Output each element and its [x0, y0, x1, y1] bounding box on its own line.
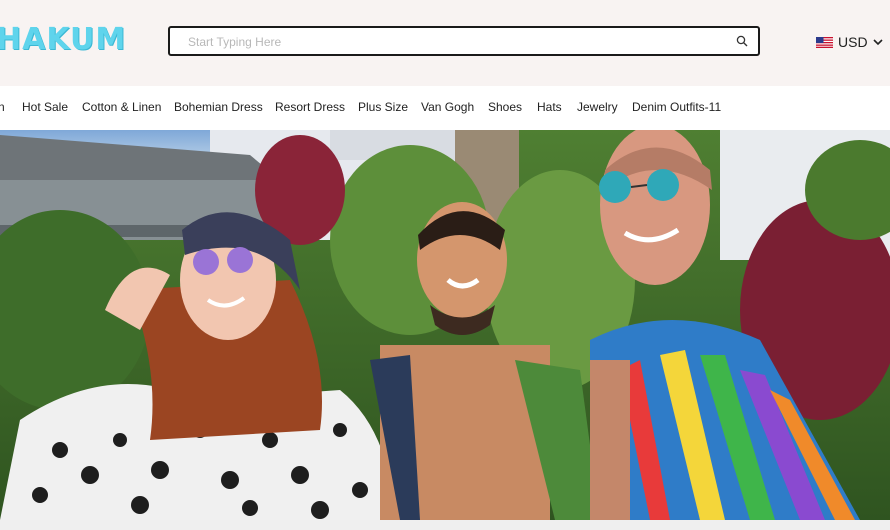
currency-label: USD [838, 34, 868, 50]
hero-banner[interactable] [0, 130, 890, 520]
bottom-strip [0, 520, 890, 530]
site-logo[interactable]: HAKUM [0, 22, 126, 57]
nav-item-plus-size[interactable]: Plus Size [358, 100, 408, 114]
nav-item-truncated[interactable]: n [0, 100, 5, 114]
hero-banner-image [0, 130, 890, 520]
nav-item-bohemian-dress[interactable]: Bohemian Dress [174, 100, 263, 114]
nav-item-van-gogh[interactable]: Van Gogh [421, 100, 474, 114]
chevron-down-icon [872, 39, 883, 46]
main-navigation: n Hot Sale Cotton & Linen Bohemian Dress… [0, 86, 890, 130]
search-icon[interactable] [736, 35, 748, 47]
search-input[interactable] [186, 28, 720, 56]
nav-item-cotton-linen[interactable]: Cotton & Linen [82, 100, 161, 114]
us-flag-icon [816, 36, 833, 48]
nav-item-resort-dress[interactable]: Resort Dress [275, 100, 345, 114]
currency-selector[interactable]: USD [816, 33, 883, 51]
nav-item-denim-outfits[interactable]: Denim Outfits-11 [632, 100, 721, 114]
site-header: HAKUM USD [0, 0, 890, 86]
nav-item-jewelry[interactable]: Jewelry [577, 100, 618, 114]
nav-item-hot-sale[interactable]: Hot Sale [22, 100, 68, 114]
search-bar [168, 26, 760, 56]
nav-item-hats[interactable]: Hats [537, 100, 562, 114]
nav-item-shoes[interactable]: Shoes [488, 100, 522, 114]
